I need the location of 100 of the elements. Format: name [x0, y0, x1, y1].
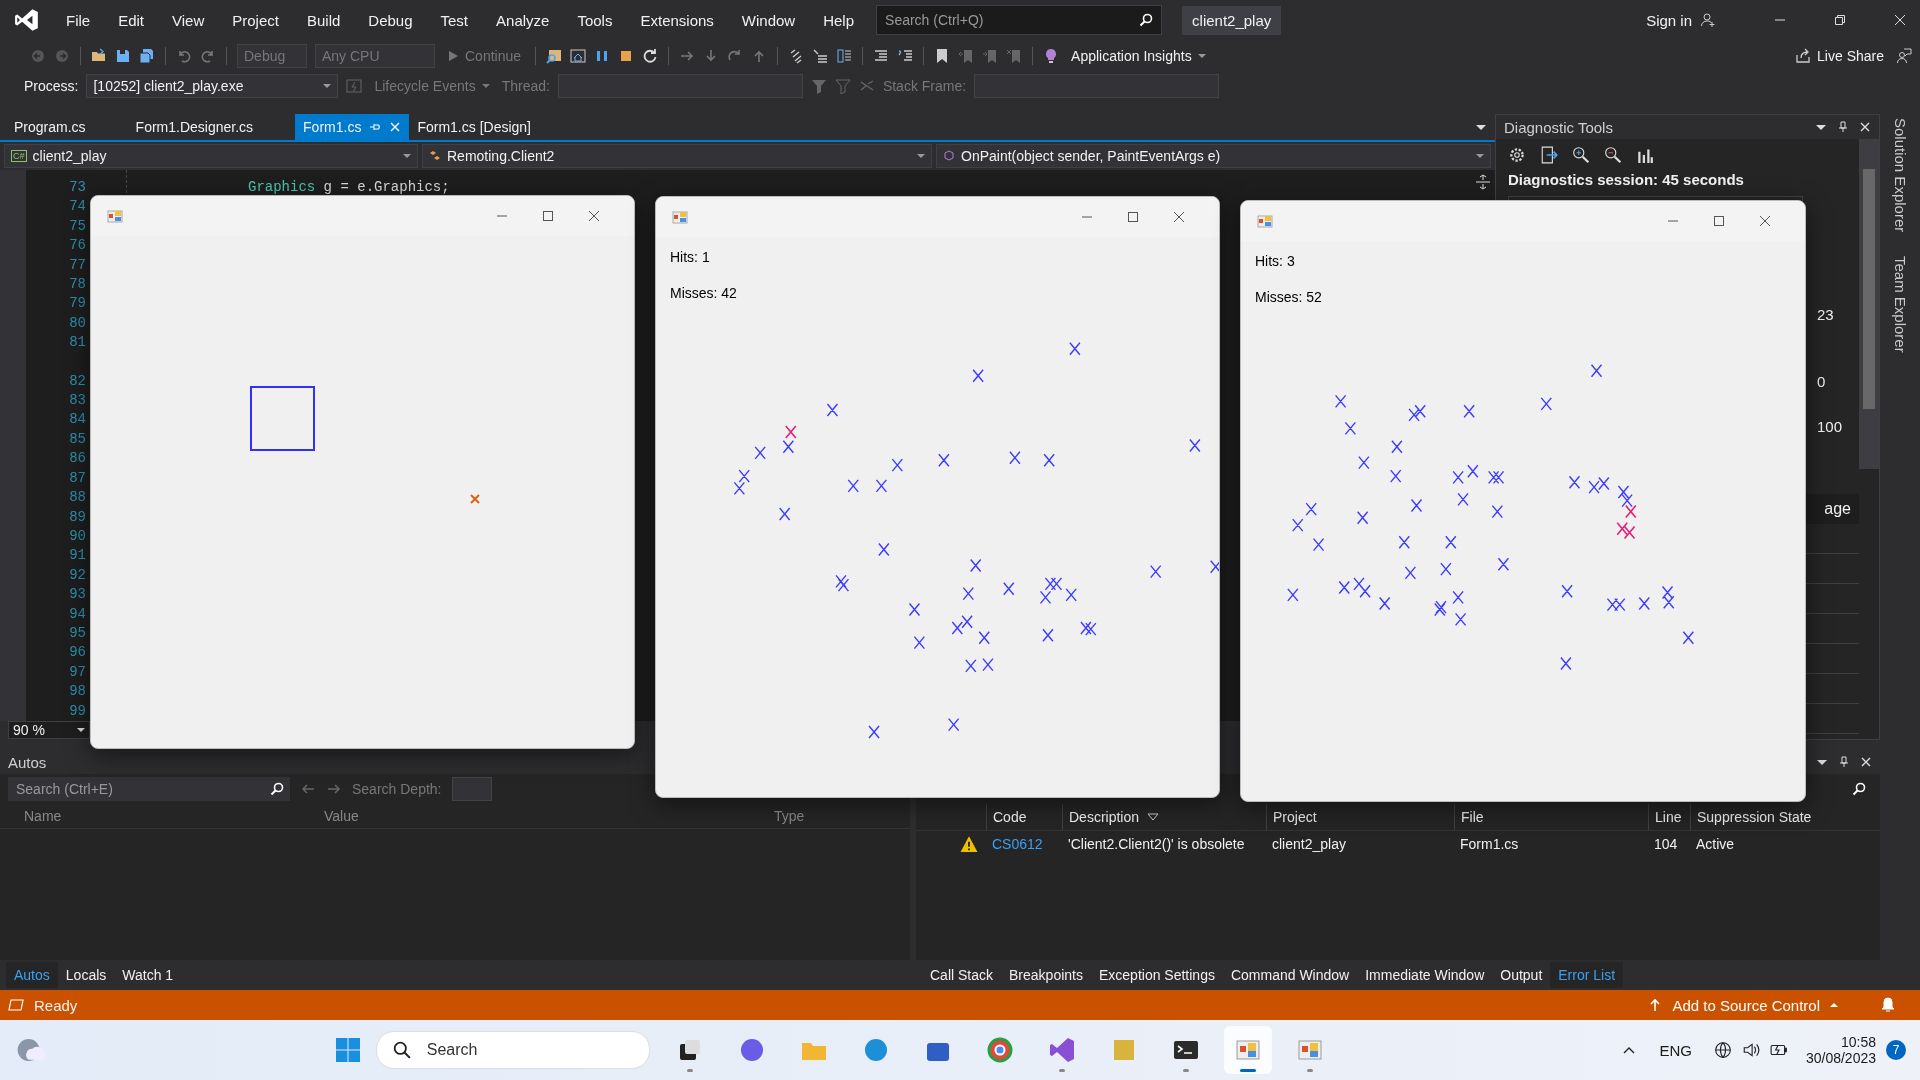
maximize-icon[interactable]	[542, 210, 554, 222]
document-tab[interactable]: Form1.cs [Design]	[409, 114, 539, 140]
panel-tab[interactable]: Autos	[6, 962, 58, 988]
menu-item[interactable]: Test	[426, 11, 483, 29]
side-tab[interactable]: Solution Explorer	[1891, 118, 1909, 233]
maximize-icon[interactable]	[1713, 215, 1725, 227]
search-box[interactable]: Search (Ctrl+E)	[8, 777, 290, 801]
zoom-dropdown[interactable]: 90 %	[8, 721, 90, 740]
filter-toggle-icon[interactable]	[834, 78, 851, 94]
menu-item[interactable]: Window	[727, 11, 810, 29]
project-dropdown[interactable]: C# client2_play	[4, 144, 418, 168]
error-code-link[interactable]: CS0612	[986, 836, 1062, 852]
maximize-icon[interactable]	[1127, 211, 1139, 223]
member-dropdown[interactable]: OnPaint(object sender, PaintEventArgs e)	[936, 144, 1491, 168]
clear-bookmarks-icon[interactable]	[1006, 48, 1023, 64]
person-add-icon[interactable]	[1700, 12, 1716, 28]
bell-icon[interactable]	[1880, 997, 1896, 1013]
list-cursor-icon[interactable]	[812, 48, 829, 64]
panel-tab[interactable]: Watch 1	[114, 962, 182, 988]
add-to-source-control-button[interactable]: Add to Source Control	[1642, 995, 1844, 1015]
feedback-person-icon[interactable]	[1896, 48, 1912, 64]
type-dropdown[interactable]: Remoting.Client2	[422, 144, 932, 168]
menu-item[interactable]: Build	[292, 11, 355, 29]
application-insights-button[interactable]: Application Insights	[1067, 46, 1210, 66]
menu-item[interactable]: Analyze	[482, 11, 564, 29]
panel-tab[interactable]: Locals	[57, 962, 115, 988]
search-field[interactable]: Search (Ctrl+Q)	[883, 11, 1140, 29]
taskbar-search-field[interactable]: Search	[424, 1040, 633, 1060]
column-header[interactable]: File	[1454, 804, 1648, 830]
sign-in-link[interactable]: Sign in	[1646, 11, 1692, 29]
language-indicator[interactable]: ENG	[1659, 1041, 1692, 1059]
taskbar-search-box[interactable]: Search	[375, 1031, 650, 1069]
column-header[interactable]: Project	[1266, 804, 1454, 830]
document-tab[interactable]: Program.cs	[6, 114, 94, 140]
clock-date[interactable]: 30/08/2023	[1805, 1050, 1876, 1066]
column-header[interactable]: Description	[1062, 804, 1266, 830]
panel-tab[interactable]: Breakpoints	[1001, 962, 1091, 988]
column-header[interactable]: Name	[24, 808, 324, 824]
indent-icon[interactable]	[873, 48, 890, 64]
column-header[interactable]: Value	[324, 808, 774, 824]
notification-badge[interactable]: 7	[1886, 1040, 1906, 1060]
home-window-icon[interactable]	[570, 48, 587, 64]
restart-icon[interactable]	[642, 48, 659, 64]
zoom-in-icon[interactable]	[1572, 146, 1590, 164]
columns-icon[interactable]	[836, 48, 853, 64]
split-icon[interactable]	[1475, 174, 1491, 190]
panel-tab[interactable]: Call Stack	[922, 962, 1002, 988]
column-header[interactable]: Type	[774, 808, 805, 824]
menu-item[interactable]: Tools	[563, 11, 627, 29]
panel-tab[interactable]: Exception Settings	[1090, 962, 1223, 988]
close-icon[interactable]	[588, 210, 600, 222]
search-icon[interactable]	[1852, 782, 1866, 796]
process-dropdown[interactable]: [10252] client2_play.exe	[86, 74, 339, 98]
save-icon[interactable]	[115, 48, 131, 64]
export-icon[interactable]	[1540, 146, 1558, 164]
pin-icon[interactable]	[1838, 756, 1850, 768]
speaker-icon[interactable]	[1741, 1041, 1760, 1059]
restore-icon[interactable]	[1834, 14, 1846, 26]
line-number: 89	[68, 507, 86, 527]
menu-item[interactable]: Extensions	[626, 11, 728, 29]
line-number: 78	[68, 275, 86, 295]
column-header[interactable]: Suppression State	[1690, 804, 1880, 830]
side-tab[interactable]: Team Explorer	[1891, 256, 1909, 353]
column-header[interactable]: Line	[1648, 804, 1690, 830]
next-bookmark-icon[interactable]	[982, 48, 999, 64]
search-box[interactable]: Search (Ctrl+Q)	[876, 5, 1163, 35]
search-field[interactable]: Search (Ctrl+E)	[14, 780, 270, 798]
menu-item[interactable]: Help	[809, 11, 869, 29]
panel-tab[interactable]: Immediate Window	[1357, 962, 1493, 988]
menu-item[interactable]: Project	[218, 11, 293, 29]
find-in-folder-icon[interactable]	[546, 48, 563, 64]
panel-tab[interactable]: Output	[1492, 962, 1551, 988]
redo-icon[interactable]	[200, 48, 216, 64]
pin-icon[interactable]	[1837, 121, 1849, 133]
bar-chart-icon[interactable]	[1636, 146, 1654, 164]
menu-item[interactable]: Edit	[104, 11, 159, 29]
menu-item[interactable]: File	[52, 11, 105, 29]
panel-tab[interactable]: Command Window	[1222, 962, 1358, 988]
search-icon[interactable]	[270, 782, 284, 796]
document-tab[interactable]: Form1.Designer.cs	[127, 114, 262, 140]
undo-icon[interactable]	[176, 48, 192, 64]
globe-icon[interactable]	[1713, 1041, 1732, 1059]
zoom-out-icon[interactable]	[1604, 146, 1622, 164]
menu-item[interactable]: Debug	[354, 11, 427, 29]
close-icon[interactable]	[1173, 211, 1185, 223]
scrollbar[interactable]	[1859, 139, 1879, 469]
save-all-icon[interactable]	[139, 48, 155, 64]
settings-icon[interactable]	[1508, 146, 1526, 164]
open-folder-icon[interactable]	[91, 48, 107, 64]
filter-icon[interactable]	[810, 78, 827, 94]
search-icon[interactable]	[392, 1041, 411, 1059]
previous-bookmark-icon[interactable]	[958, 48, 975, 64]
comment-icon[interactable]	[897, 48, 914, 64]
menu-item[interactable]: View	[158, 11, 219, 29]
clock-time[interactable]: 10:58	[1840, 1034, 1876, 1050]
windows-start-icon[interactable]	[333, 1036, 362, 1064]
column-header[interactable]: Code	[986, 804, 1062, 830]
live-share-button[interactable]: Live Share	[1791, 46, 1888, 66]
close-icon[interactable]	[1759, 215, 1771, 227]
panel-tab[interactable]: Error List	[1550, 962, 1624, 988]
